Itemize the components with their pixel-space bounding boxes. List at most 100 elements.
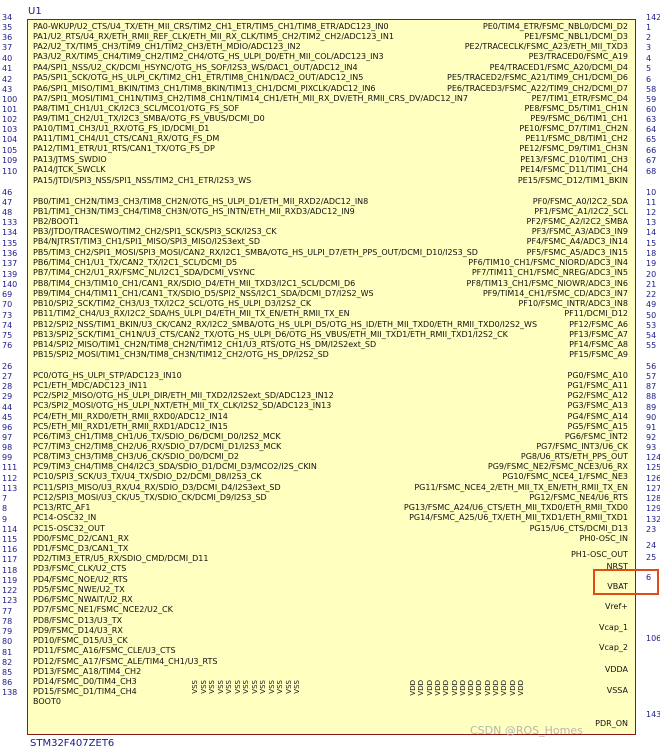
left-pin-number: 48 <box>2 208 13 217</box>
part-number: STM32F407ZET6 <box>30 738 115 749</box>
left-pin-label: PB3/JTDO/TRACESWO/TIM2_CH2/SPI1_SCK/SPI3… <box>33 227 277 236</box>
bottom-power-pin-label: VSS <box>284 680 293 694</box>
left-pin-number: 113 <box>2 484 18 493</box>
left-pin-label: PA12/TIM1_ETR/U1_RTS/CAN1_TX/OTG_FS_DP <box>33 144 215 153</box>
left-pin-label: PA7/SPI1_MOSI/TIM1_CH1N/TIM3_CH2/TIM8_CH… <box>33 94 468 103</box>
bottom-power-pin-label: VSS <box>191 680 199 694</box>
left-pin-number: 36 <box>2 33 13 42</box>
bottom-power-pin-label: VDD <box>492 680 500 696</box>
left-pin-label: PA3/U2_RX/TIM5_CH4/TIM9_CH2/TIM2_CH4/OTG… <box>33 52 384 61</box>
right-pin-number: 67 <box>646 156 657 165</box>
right-pin-label: PF12/FSMC_A6 <box>569 320 628 329</box>
right-pin-number: 6 <box>646 75 652 84</box>
left-pin-number: 99 <box>2 453 13 462</box>
left-pin-label: PB12/SPI2_NSS/TIM1_BKIN/U3_CK/CAN2_RX/I2… <box>33 320 538 329</box>
left-pin-number: 8 <box>2 504 8 513</box>
left-pin-label: PC0/OTG_HS_ULPI_STP/ADC123_IN10 <box>33 371 182 380</box>
left-pin-number: 138 <box>2 688 18 697</box>
bottom-power-pin-label: VSS <box>208 680 216 694</box>
bottom-power-pin-label: VSS <box>199 680 208 694</box>
left-pin-number: 47 <box>2 198 13 207</box>
bottom-power-pin-label: VDD <box>433 680 442 696</box>
right-pin-label: PE13/FSMC_D10/TIM1_CH3 <box>520 155 628 164</box>
left-pin-label: PB13/SPI2_SCK/TIM1_CH1N/U3_CTS/CAN2_TX/O… <box>33 330 508 339</box>
left-pin-label: PA6/SPI1_MISO/TIM1_BKIN/TIM3_CH1/TIM8_BK… <box>33 84 376 93</box>
right-pin-label: PDR_ON <box>595 719 628 728</box>
right-pin-label: PF13/FSMC_A7 <box>569 330 628 339</box>
left-pin-number: 139 <box>2 270 18 279</box>
left-pin-number: 74 <box>2 321 13 330</box>
right-pin-label: PF11/DCMI_D12 <box>564 309 628 318</box>
right-pin-number: 13 <box>646 218 657 227</box>
left-pin-label: PD14/FSMC_D0/TIM4_CH3 <box>33 677 137 686</box>
right-pin-label: PG1/FSMC_A11 <box>567 381 629 390</box>
right-pin-number: 89 <box>646 403 657 412</box>
left-pin-label: PB5/TIM3_CH2/SPI1_MOSI/SPI3_MOSI/CAN2_RX… <box>33 248 478 257</box>
bottom-power-pin-label: VDD <box>508 680 517 696</box>
bottom-power-pin-label: VSS <box>225 680 233 694</box>
right-pin-number: 15 <box>646 239 657 248</box>
right-pin-label: PH0-OSC_IN <box>579 534 628 543</box>
left-pin-number: 76 <box>2 341 13 350</box>
component-designator: U1 <box>28 6 42 17</box>
left-pin-number: 78 <box>2 617 13 626</box>
left-pin-label: PB0/TIM1_CH2N/TIM3_CH3/TIM8_CH2N/OTG_HS_… <box>33 197 369 206</box>
left-pin-label: PD6/FSMC_NWAIT/U2_RX <box>33 595 133 604</box>
left-pin-number: 42 <box>2 75 13 84</box>
left-pin-label: PD11/FSMC_A16/FSMC_CLE/U3_CTS <box>33 646 176 655</box>
left-pin-number: 133 <box>2 218 18 227</box>
right-pin-number: 65 <box>646 135 657 144</box>
right-pin-label: VDDA <box>604 665 628 674</box>
left-pin-number: 43 <box>2 85 13 94</box>
bottom-power-pin-label: VSS <box>259 680 267 694</box>
right-pin-label: PE7/TIM1_ETR/FSMC_D4 <box>531 94 628 103</box>
right-pin-label: PH1-OSC_OUT <box>570 550 628 559</box>
left-pin-number: 81 <box>2 648 13 657</box>
right-pin-number: 55 <box>646 341 657 350</box>
bottom-power-pin-label: VDD <box>450 680 459 696</box>
left-pin-number: 7 <box>2 494 8 503</box>
right-pin-number: 92 <box>646 433 657 442</box>
left-pin-label: PC6/TIM3_CH1/TIM8_CH1/U6_TX/SDIO_D6/DCMI… <box>33 432 281 441</box>
left-pin-label: PD7/FSMC_NE1/FSMC_NCE2/U2_CK <box>33 605 173 614</box>
bottom-power-pin-label: VDD <box>425 680 434 696</box>
right-pin-number: 87 <box>646 382 657 391</box>
right-pin-number: 25 <box>646 553 657 562</box>
left-pin-number: 79 <box>2 627 13 636</box>
bottom-power-pin-label: VSS <box>216 680 225 694</box>
right-pin-label: PF0/FSMC_A0/I2C2_SDA <box>532 197 628 206</box>
right-pin-number: 22 <box>646 290 657 299</box>
right-pin-number: 125 <box>646 463 660 472</box>
right-pin-label: PF1/FSMC_A1/I2C2_SCL <box>534 207 628 216</box>
left-pin-number: 69 <box>2 290 13 299</box>
left-pin-number: 110 <box>2 167 18 176</box>
left-pin-label: PD12/FSMC_A17/FSMC_ALE/TIM4_CH1/U3_RTS <box>33 657 218 666</box>
bottom-power-pin-label: VDD <box>516 680 525 696</box>
left-pin-label: PA5/SPI1_SCK/OTG_HS_ULPI_CK/TIM2_CH1_ETR… <box>33 73 364 82</box>
left-pin-number: 70 <box>2 300 13 309</box>
right-pin-number: 143 <box>646 710 660 719</box>
right-pin-number: 129 <box>646 504 660 513</box>
left-pin-number: 46 <box>2 188 13 197</box>
right-pin-number: 12 <box>646 208 657 217</box>
right-pin-label: PG5/FSMC_A15 <box>567 422 629 431</box>
left-pin-number: 96 <box>2 423 13 432</box>
bottom-power-pin-label: VSS <box>267 680 276 694</box>
right-pin-number: 68 <box>646 167 657 176</box>
left-pin-label: PD3/FSMC_CLK/U2_CTS <box>33 564 127 573</box>
left-pin-label: PD0/FSMC_D2/CAN1_RX <box>33 534 129 543</box>
bottom-power-pin-label: VDD <box>475 680 484 696</box>
left-pin-label: PB14/SPI2_MISO/TIM1_CH2N/TIM8_CH2N/TIM12… <box>33 340 377 349</box>
right-pin-number: 11 <box>646 198 657 207</box>
right-pin-label: PE0/TIM4_ETR/FSMC_NBL0/DCMI_D2 <box>482 22 628 31</box>
left-pin-label: PC11/SPI3_MISO/U3_RX/U4_RX/SDIO_D3/DCMI_… <box>33 483 281 492</box>
right-pin-number: 106 <box>646 634 660 643</box>
bottom-power-pin-label: VDD <box>500 680 509 696</box>
left-pin-label: PD9/FSMC_D14/U3_RX <box>33 626 123 635</box>
left-pin-label: PC9/TIM3_CH4/TIM8_CH4/I2C3_SDA/SDIO_D1/D… <box>33 462 317 471</box>
right-pin-number: 49 <box>646 300 657 309</box>
right-pin-number: 3 <box>646 43 652 52</box>
left-pin-label: PC13/RTC_AF1 <box>33 503 91 512</box>
right-pin-number: 4 <box>646 54 652 63</box>
left-pin-number: 140 <box>2 280 18 289</box>
